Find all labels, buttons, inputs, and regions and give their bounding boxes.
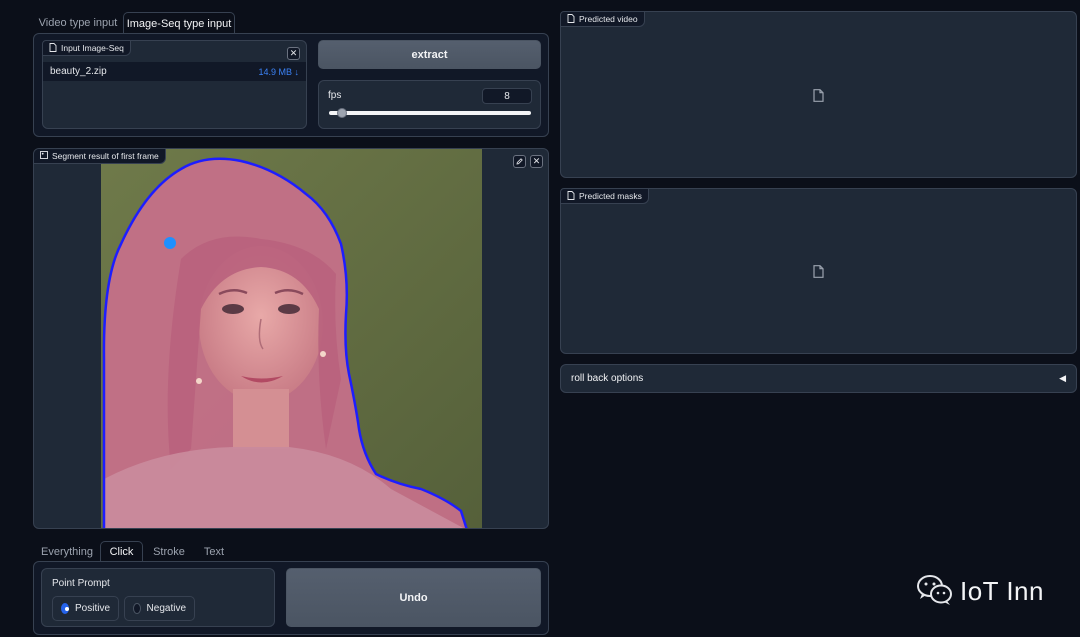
input-image-seq-box[interactable]: Input Image-Seq ✕ beauty_2.zip 14.9 MB ↓ [42,40,307,129]
collapse-arrow-icon[interactable]: ◀ [1059,373,1066,384]
point-prompt-group: Point Prompt Positive Negative [41,568,275,627]
file-icon [49,42,57,54]
empty-file-icon [813,89,824,105]
point-prompt-label: Point Prompt [52,578,110,589]
radio-unselected-icon [133,603,141,614]
segment-result-label: Segment result of first frame [34,149,166,164]
watermark: IoT Inn [916,574,1044,609]
segmented-frame-image[interactable] [101,149,482,529]
roll-back-options-label: roll back options [571,373,644,384]
positive-radio[interactable]: Positive [52,596,119,621]
tab-text[interactable]: Text [196,541,232,562]
roll-back-options-accordion[interactable]: roll back options ◀ [560,364,1077,393]
file-icon [567,13,575,25]
extract-button[interactable]: extract [318,40,541,69]
fps-slider-handle[interactable] [337,108,348,118]
tab-image-seq-type-input[interactable]: Image-Seq type input [123,12,235,34]
predicted-video-label: Predicted video [560,11,645,27]
click-point-marker [164,237,176,249]
predicted-masks-label: Predicted masks [560,188,649,204]
clear-file-button[interactable]: ✕ [287,47,300,60]
fps-slider-track[interactable] [329,111,531,115]
radio-selected-icon [61,603,69,614]
negative-radio[interactable]: Negative [124,596,195,621]
input-image-seq-label: Input Image-Seq [42,40,131,56]
predicted-masks-panel: Predicted masks [560,188,1077,354]
watermark-text: IoT Inn [960,576,1044,606]
predicted-video-panel: Predicted video [560,11,1077,178]
file-name: beauty_2.zip [50,66,107,77]
file-row[interactable]: beauty_2.zip 14.9 MB ↓ [43,62,306,81]
close-icon[interactable]: ✕ [530,155,543,168]
empty-file-icon [813,265,824,281]
undo-button[interactable]: Undo [286,568,541,627]
tab-stroke[interactable]: Stroke [148,541,190,562]
fps-control: fps 8 [318,80,541,129]
edit-icon[interactable] [513,155,526,168]
tab-click[interactable]: Click [100,541,143,562]
wechat-icon [916,574,954,609]
fps-number-input[interactable]: 8 [482,88,532,104]
tab-everything[interactable]: Everything [38,541,96,562]
tab-video-type-input[interactable]: Video type input [38,12,118,34]
fps-label: fps [328,90,342,101]
segment-result-panel: Segment result of first frame ✕ [33,148,549,529]
image-icon [40,151,48,161]
file-size-download-link[interactable]: 14.9 MB ↓ [258,67,299,77]
file-icon [567,190,575,202]
